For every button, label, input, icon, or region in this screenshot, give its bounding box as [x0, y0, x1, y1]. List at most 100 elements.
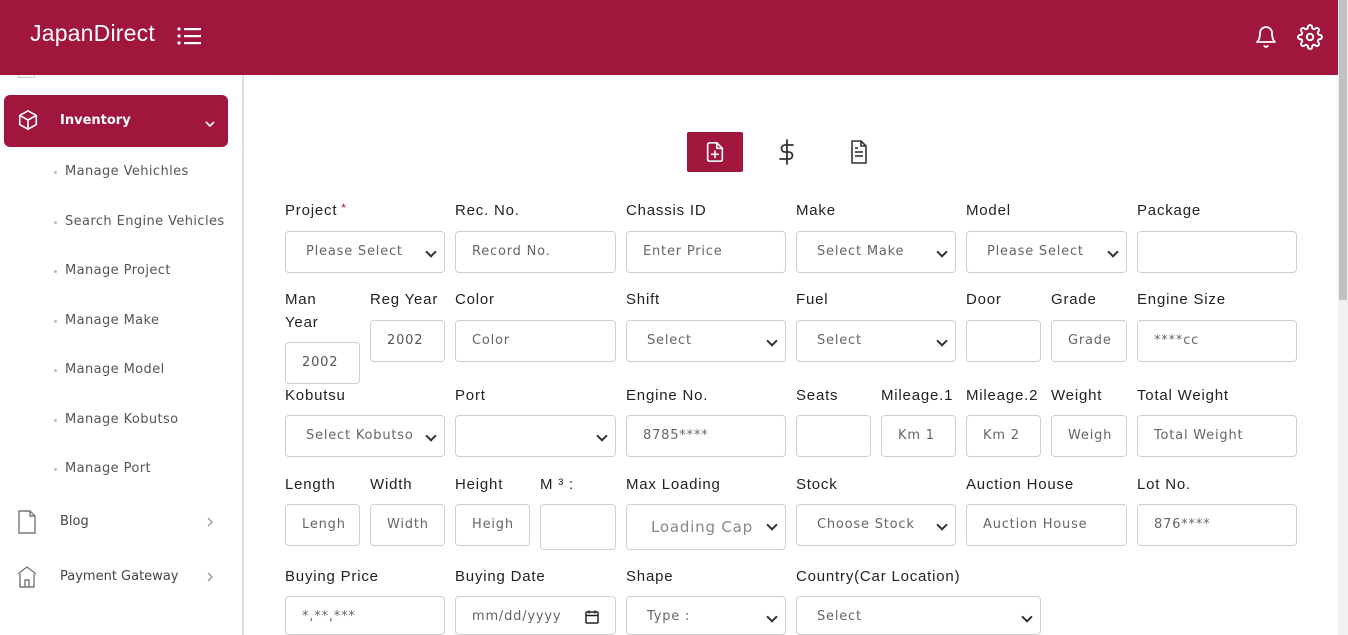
- seats-input[interactable]: [796, 415, 871, 457]
- make-select[interactable]: Select Make: [796, 231, 956, 273]
- shift-label: Shift: [626, 291, 661, 308]
- sidebar-item-blog[interactable]: Blog: [0, 508, 240, 538]
- file-plus-icon: [706, 142, 724, 162]
- brand-logo[interactable]: JapanDirect: [30, 20, 155, 47]
- port-select[interactable]: [455, 415, 616, 457]
- width-input[interactable]: Width: [370, 504, 445, 546]
- shift-select[interactable]: Select: [626, 320, 786, 362]
- seats-label: Seats: [796, 387, 839, 404]
- weight-label: Weight: [1051, 387, 1103, 404]
- stock-label: Stock: [796, 476, 838, 493]
- sidebar-subitem-manage-project[interactable]: Manage Project: [54, 263, 171, 278]
- man-year-input[interactable]: 2002: [285, 342, 360, 384]
- total-weight-label: Total Weight: [1137, 387, 1229, 404]
- bank-icon: [17, 565, 37, 593]
- max-loading-select[interactable]: Loading Cap: [626, 504, 786, 550]
- door-input[interactable]: [966, 320, 1041, 362]
- color-input[interactable]: Color: [455, 320, 616, 362]
- fuel-label: Fuel: [796, 291, 829, 308]
- engine-size-label: Engine Size: [1137, 291, 1226, 308]
- shape-label: Shape: [626, 568, 674, 585]
- kobutsu-label: Kobutsu: [285, 387, 346, 404]
- port-label: Port: [455, 387, 486, 404]
- man-year-label-2: Year: [285, 314, 319, 331]
- country-label: Country(Car Location): [796, 568, 961, 585]
- project-select[interactable]: Please Select: [285, 231, 445, 273]
- length-label: Length: [285, 476, 336, 493]
- sidebar-subitem-manage-kobutso[interactable]: Manage Kobutso: [54, 412, 179, 427]
- stock-select[interactable]: Choose Stock: [796, 504, 956, 546]
- lot-no-input[interactable]: 876****: [1137, 504, 1297, 546]
- sidebar: Inventory Manage Vehichles Search Engine…: [0, 75, 244, 635]
- sidebar-subitem-manage-vehicles[interactable]: Manage Vehichles: [54, 164, 189, 179]
- document-icon: [17, 510, 37, 538]
- model-select[interactable]: Please Select: [966, 231, 1127, 273]
- make-label: Make: [796, 202, 836, 219]
- chevron-right-icon: [206, 571, 214, 587]
- lot-no-label: Lot No.: [1137, 476, 1191, 493]
- sidebar-item-label: Inventory: [60, 113, 131, 128]
- top-bar: JapanDirect: [0, 0, 1338, 75]
- total-weight-input[interactable]: Total Weight: [1137, 415, 1297, 457]
- auction-house-label: Auction House: [966, 476, 1074, 493]
- scrollbar-thumb[interactable]: [1339, 0, 1347, 300]
- bell-icon[interactable]: [1254, 25, 1278, 53]
- sidebar-item-payment-gateway[interactable]: Payment Gateway: [0, 563, 240, 593]
- reg-year-label: Reg Year: [370, 291, 439, 308]
- sidebar-subitem-search-engine-vehicles[interactable]: Search Engine Vehicles: [54, 214, 225, 229]
- mileage-2-label: Mileage.2: [966, 387, 1039, 404]
- buying-date-input[interactable]: mm/dd/yyyy: [455, 596, 616, 635]
- auction-house-input[interactable]: Auction House: [966, 504, 1127, 546]
- height-label: Height: [455, 476, 504, 493]
- partial-nav-icon: [18, 75, 35, 78]
- dollar-icon[interactable]: [777, 139, 797, 169]
- width-label: Width: [370, 476, 413, 493]
- buying-price-label: Buying Price: [285, 568, 379, 585]
- sidebar-subitem-manage-make[interactable]: Manage Make: [54, 313, 159, 328]
- height-input[interactable]: Heigh: [455, 504, 530, 546]
- package-input[interactable]: [1137, 231, 1297, 273]
- buying-price-input[interactable]: *,**,***: [285, 596, 445, 635]
- shape-select[interactable]: Type :: [626, 596, 786, 635]
- gear-icon[interactable]: [1297, 24, 1323, 54]
- rec-no-input[interactable]: Record No.: [455, 231, 616, 273]
- chevron-down-icon: [204, 115, 216, 134]
- man-year-label-1: Man: [285, 291, 317, 308]
- rec-no-label: Rec. No.: [455, 202, 520, 219]
- chassis-id-input[interactable]: Enter Price: [626, 231, 786, 273]
- mileage-1-input[interactable]: Km 1: [881, 415, 956, 457]
- weight-input[interactable]: Weigh: [1051, 415, 1127, 457]
- chassis-id-label: Chassis ID: [626, 202, 707, 219]
- engine-no-input[interactable]: 8785****: [626, 415, 786, 457]
- fuel-select[interactable]: Select: [796, 320, 956, 362]
- length-input[interactable]: Lengh: [285, 504, 360, 546]
- cube-icon: [17, 109, 39, 135]
- file-text-icon[interactable]: [849, 140, 869, 168]
- sidebar-item-label: Blog: [60, 514, 89, 529]
- m3-label: M ³ :: [540, 476, 574, 493]
- sidebar-item-label: Payment Gateway: [60, 569, 179, 584]
- project-label: Project *: [285, 201, 347, 219]
- page-scrollbar[interactable]: [1338, 0, 1348, 635]
- engine-no-label: Engine No.: [626, 387, 709, 404]
- mileage-2-input[interactable]: Km 2: [966, 415, 1041, 457]
- grade-label: Grade: [1051, 291, 1097, 308]
- kobutsu-select[interactable]: Select Kobutso: [285, 415, 445, 457]
- sidebar-item-inventory[interactable]: Inventory: [4, 95, 228, 147]
- sidebar-subitem-manage-model[interactable]: Manage Model: [54, 362, 165, 377]
- engine-size-input[interactable]: ****cc: [1137, 320, 1297, 362]
- calendar-icon: [585, 610, 599, 624]
- sidebar-subitem-manage-port[interactable]: Manage Port: [54, 461, 151, 476]
- grade-input[interactable]: Grade: [1051, 320, 1127, 362]
- menu-icon[interactable]: [176, 25, 202, 51]
- chevron-right-icon: [206, 516, 214, 532]
- m3-input[interactable]: [540, 504, 616, 550]
- model-label: Model: [966, 202, 1011, 219]
- main-content: Project * Rec. No. Chassis ID Make Model …: [246, 75, 1338, 635]
- country-select[interactable]: Select: [796, 596, 1041, 635]
- buying-date-label: Buying Date: [455, 568, 546, 585]
- mileage-1-label: Mileage.1: [881, 387, 954, 404]
- reg-year-input[interactable]: 2002: [370, 320, 445, 362]
- tab-add-vehicle[interactable]: [687, 132, 743, 172]
- max-loading-label: Max Loading: [626, 476, 721, 493]
